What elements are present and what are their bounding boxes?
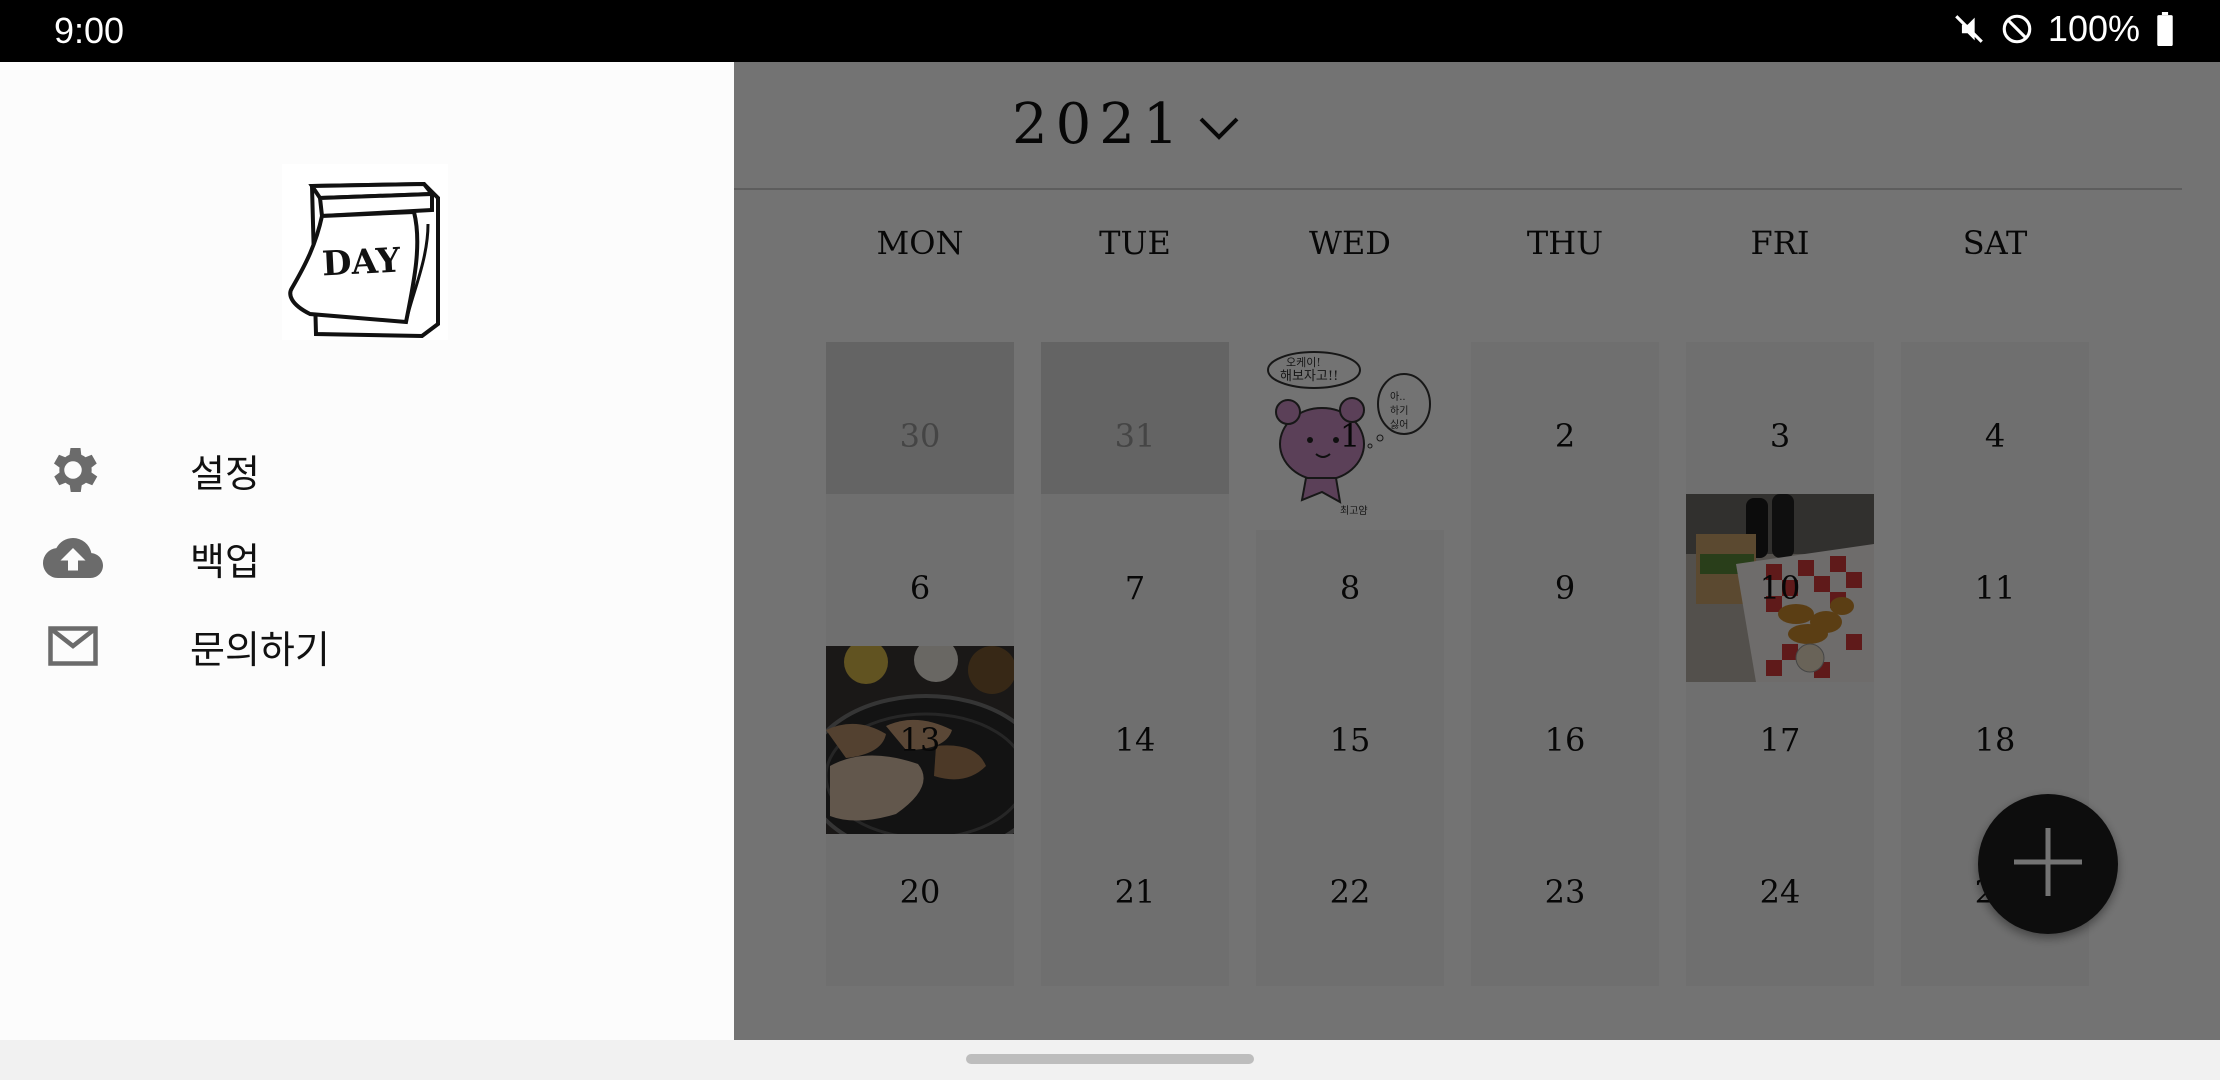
drawer-menu-item[interactable]: 문의하기	[0, 591, 734, 701]
system-nav-bar	[0, 1040, 2220, 1080]
status-icons: 100%	[1952, 8, 2176, 50]
svg-text:DAY: DAY	[321, 240, 402, 284]
do-not-disturb-icon	[2000, 12, 2034, 46]
day-calendar-logo: DAY	[282, 164, 448, 340]
cloud-upload-icon	[40, 525, 106, 591]
screen: 9:00 100% DAY 설정 백업 문의하기	[0, 0, 2220, 1080]
status-time: 9:00	[54, 10, 125, 51]
mute-icon	[1952, 12, 1986, 46]
battery-icon	[2154, 12, 2176, 46]
navigation-drawer: DAY 설정백업문의하기	[0, 62, 734, 1040]
home-gesture-pill[interactable]	[966, 1054, 1254, 1064]
battery-text: 100%	[2047, 8, 2140, 49]
gear-icon	[40, 437, 106, 503]
drawer-scrim[interactable]	[734, 62, 2220, 1040]
drawer-menu-label: 설정	[190, 451, 260, 496]
drawer-menu-label: 문의하기	[190, 627, 330, 672]
status-bar: 9:00 100%	[0, 0, 2220, 62]
drawer-menu-label: 백업	[190, 539, 260, 584]
mail-icon	[40, 613, 106, 679]
